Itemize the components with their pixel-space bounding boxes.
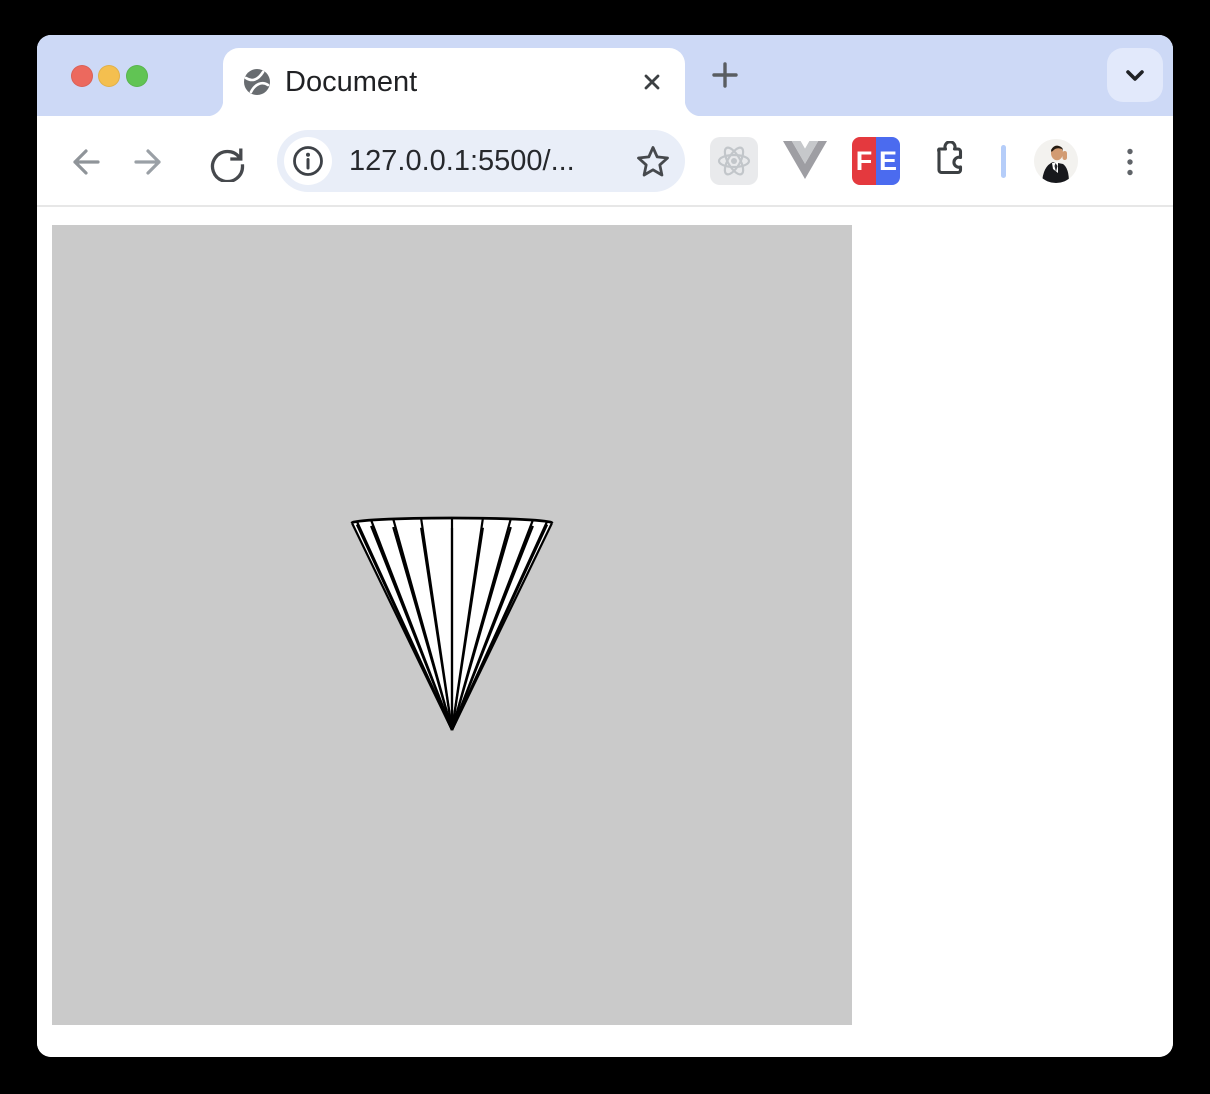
toolbar-divider: [1001, 145, 1006, 178]
toolbar: 127.0.0.1:5500/... F E: [37, 116, 1173, 207]
page-content: [37, 207, 1173, 1057]
arrow-right-icon: [134, 149, 161, 175]
back-button[interactable]: [62, 142, 102, 182]
globe-icon: [244, 69, 270, 95]
browser-menu-button[interactable]: [1110, 142, 1150, 182]
tab-search-button[interactable]: [1107, 48, 1163, 102]
traffic-light-close[interactable]: [71, 65, 93, 87]
person-suit-icon: [1034, 139, 1078, 183]
plus-icon: [712, 62, 738, 88]
traffic-light-zoom[interactable]: [126, 65, 148, 87]
reload-icon: [210, 148, 245, 182]
tab-document[interactable]: Document: [207, 48, 701, 116]
react-devtools-extension[interactable]: [710, 137, 758, 185]
three-dots-icon: [1127, 148, 1133, 176]
bookmark-button[interactable]: [633, 141, 673, 181]
chevron-down-icon: [1126, 70, 1144, 81]
address-bar[interactable]: 127.0.0.1:5500/...: [277, 130, 685, 192]
fe-extension[interactable]: F E: [852, 137, 900, 185]
arrow-left-icon: [73, 149, 100, 175]
puzzle-icon: [937, 141, 963, 175]
profile-avatar[interactable]: [1034, 139, 1078, 183]
webgl-canvas: [52, 225, 852, 1025]
site-info-button[interactable]: [284, 137, 332, 185]
vue-devtools-extension[interactable]: [783, 141, 827, 181]
extensions-menu-button[interactable]: [930, 141, 970, 181]
new-tab-button[interactable]: [703, 53, 747, 97]
reload-button[interactable]: [205, 142, 245, 182]
fe-right-letter: E: [876, 137, 900, 185]
close-icon: [644, 74, 660, 90]
url-text[interactable]: 127.0.0.1:5500/...: [349, 145, 633, 178]
tab-strip: Document: [37, 35, 1173, 116]
fe-left-letter: F: [852, 137, 876, 185]
cone-wireframe: [350, 516, 554, 731]
browser-window: Document 127.0.0.1:5500/... F E: [37, 35, 1173, 1057]
info-icon: [293, 146, 323, 176]
atom-icon: [717, 146, 751, 176]
desktop-background: Document 127.0.0.1:5500/... F E: [0, 0, 1210, 1094]
star-icon: [637, 146, 669, 177]
forward-button[interactable]: [132, 142, 172, 182]
vue-icon: [783, 141, 827, 179]
tab-title: Document: [285, 65, 418, 98]
traffic-light-minimize[interactable]: [98, 65, 120, 87]
tab-close-button[interactable]: [635, 65, 669, 99]
